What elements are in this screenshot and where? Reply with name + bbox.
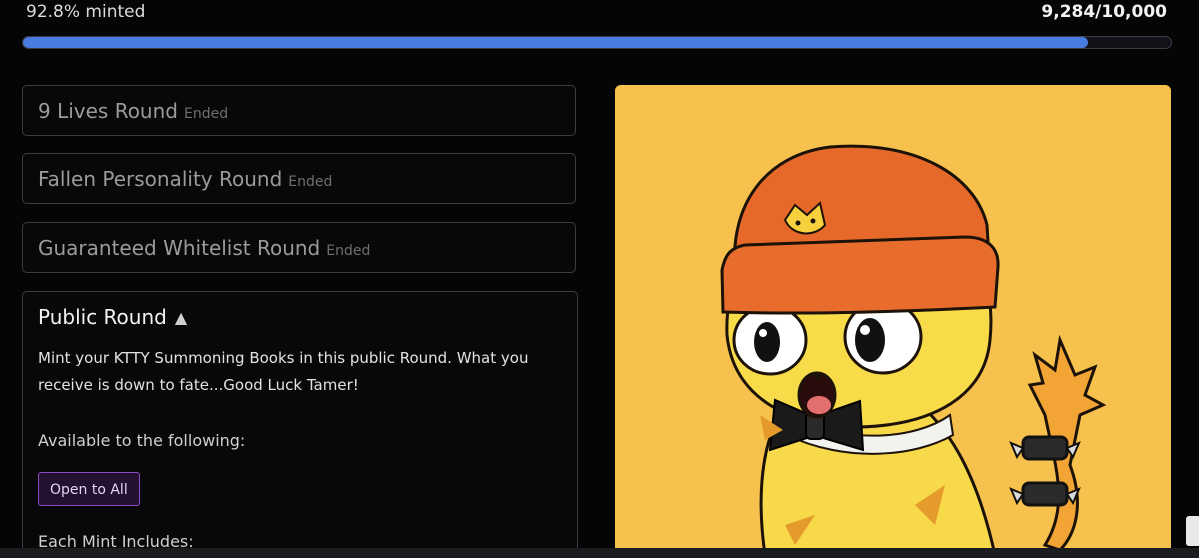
- public-round-title: Public Round: [38, 305, 167, 329]
- mint-progress-bar: [22, 36, 1172, 49]
- mint-page: 92.8% minted 9,284/10,000 9 Lives Round E…: [0, 0, 1199, 558]
- round-title: Guaranteed Whitelist Round Ended: [38, 236, 371, 260]
- bottom-bar: [0, 548, 1199, 558]
- round-status: Ended: [288, 174, 333, 190]
- public-round-panel: Public Round ▲ Mint your KTTY Summoning B…: [22, 291, 578, 558]
- round-status: Ended: [326, 243, 371, 259]
- round-title: Fallen Personality Round Ended: [38, 167, 333, 191]
- cat-illustration: [615, 85, 1171, 555]
- cat-artwork: [615, 85, 1171, 555]
- round-status: Ended: [183, 106, 229, 122]
- minted-count: 9,284/10,000: [1041, 2, 1167, 22]
- triangle-up-icon[interactable]: ▲: [175, 308, 187, 327]
- mint-progress-fill: [23, 37, 1089, 48]
- public-round-header[interactable]: Public Round ▲: [38, 305, 187, 329]
- scroll-button[interactable]: [1186, 516, 1199, 546]
- available-label: Available to the following:: [38, 431, 246, 450]
- open-to-all-badge: Open to All: [38, 472, 140, 506]
- round-9-lives[interactable]: 9 Lives Round Ended: [22, 85, 576, 136]
- minted-percentage: 92.8% minted: [26, 2, 146, 22]
- public-round-description: Mint your KTTY Summoning Books in this p…: [38, 349, 529, 394]
- round-title: 9 Lives Round Ended: [38, 99, 229, 123]
- round-guaranteed-whitelist[interactable]: Guaranteed Whitelist Round Ended: [22, 222, 576, 273]
- round-fallen-personality[interactable]: Fallen Personality Round Ended: [22, 153, 576, 204]
